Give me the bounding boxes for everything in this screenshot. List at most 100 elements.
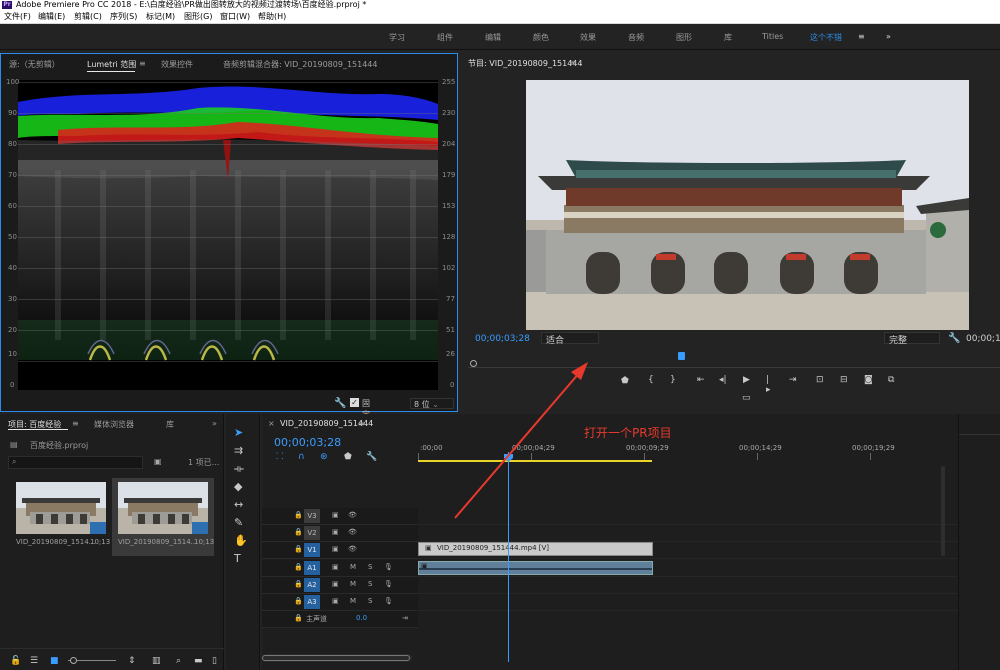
slip-tool-icon[interactable]: ↔ xyxy=(234,498,243,511)
workspace-assembly[interactable]: 组件 xyxy=(437,32,453,43)
tab-libraries[interactable]: 库 xyxy=(166,419,174,430)
comparison-view-icon[interactable]: ⧉ xyxy=(888,375,894,385)
workspace-titles[interactable]: Titles xyxy=(762,32,783,41)
microphone-icon[interactable]: 🎙 xyxy=(384,597,393,605)
play-icon[interactable]: ▶ xyxy=(743,375,750,385)
snap-icon[interactable]: ∩ xyxy=(298,452,305,462)
track-target[interactable]: V2 xyxy=(304,526,320,540)
master-volume-value[interactable]: 0.0 xyxy=(356,614,367,622)
list-item[interactable]: VID_20190809_1514... 10;13 xyxy=(112,478,214,556)
linked-selection-icon[interactable]: ⊛ xyxy=(320,452,328,462)
sort-icon[interactable]: ⇕ xyxy=(128,656,136,666)
pen-tool-icon[interactable]: ✎ xyxy=(234,516,243,529)
workspace-learn[interactable]: 学习 xyxy=(389,32,405,43)
solo-button[interactable]: S xyxy=(368,597,372,605)
horizontal-scrollbar[interactable] xyxy=(262,654,412,662)
lock-icon[interactable]: 🔒 xyxy=(294,563,303,571)
find-icon[interactable]: ⌕ xyxy=(176,656,181,666)
menu-edit[interactable]: 编辑(E) xyxy=(38,10,65,24)
work-area-bar[interactable] xyxy=(418,460,652,462)
nest-icon[interactable]: ⸬ xyxy=(276,452,283,462)
lock-icon[interactable]: 🔒 xyxy=(294,511,303,519)
eye-icon[interactable]: 👁 xyxy=(348,545,357,553)
bit-depth-select[interactable]: 8 位 ⌄ xyxy=(410,398,454,409)
workspace-color[interactable]: 颜色 xyxy=(533,32,549,43)
program-monitor-title[interactable]: 节目: VID_20190809_151444 xyxy=(468,58,583,69)
icon-view-icon[interactable]: ■ xyxy=(50,656,59,666)
go-to-end-icon[interactable]: ⇥ xyxy=(402,614,408,622)
sync-lock-icon[interactable]: ▣ xyxy=(332,528,339,536)
panel-menu-icon[interactable]: ≡ xyxy=(72,419,79,428)
program-scrubber[interactable] xyxy=(468,352,1000,368)
menu-file[interactable]: 文件(F) xyxy=(4,10,31,24)
panel-menu-icon[interactable]: ≡ xyxy=(570,58,577,67)
type-tool-icon[interactable]: T xyxy=(234,552,241,565)
ripple-edit-tool-icon[interactable]: ⟛ xyxy=(234,462,244,476)
lock-icon[interactable]: 🔒 xyxy=(294,597,303,605)
add-marker-icon[interactable]: ⬟ xyxy=(621,376,629,386)
mark-in-icon[interactable]: { xyxy=(648,375,654,385)
lock-icon[interactable]: 🔒 xyxy=(294,545,303,553)
tab-media-browser[interactable]: 媒体浏览器 xyxy=(94,419,134,430)
wrench-icon[interactable]: 🔧 xyxy=(948,333,960,344)
vertical-scrollbar[interactable] xyxy=(941,466,945,556)
menu-graphics[interactable]: 图形(G) xyxy=(184,10,212,24)
lock-icon[interactable]: 🔒 xyxy=(294,614,303,622)
solo-button[interactable]: S xyxy=(368,580,372,588)
track-target[interactable]: V1 xyxy=(304,543,320,557)
close-icon[interactable]: × xyxy=(268,419,275,428)
track-select-tool-icon[interactable]: ⇉ xyxy=(234,444,243,457)
scrollbar-thumb[interactable] xyxy=(262,655,410,661)
lock-icon[interactable]: 🔒 xyxy=(294,528,303,536)
video-clip[interactable]: ▣ VID_20190809_151444.mp4 [V] xyxy=(418,542,653,556)
add-marker-icon[interactable]: ⬟ xyxy=(344,452,352,462)
menu-marker[interactable]: 标记(M) xyxy=(146,10,175,24)
hand-tool-icon[interactable]: ✋ xyxy=(234,534,248,547)
mute-button[interactable]: M xyxy=(350,563,356,571)
track-target[interactable]: V3 xyxy=(304,509,320,523)
track-lane[interactable] xyxy=(418,577,958,594)
workspace-custom[interactable]: 这个不错 xyxy=(810,32,842,43)
menu-window[interactable]: 窗口(W) xyxy=(220,10,250,24)
tab-audio-clip-mixer[interactable]: 音频剪辑混合器: VID_20190809_151444 xyxy=(223,59,378,70)
workspace-editing[interactable]: 编辑 xyxy=(485,32,501,43)
new-bin-icon[interactable]: ▣ xyxy=(154,457,162,466)
tab-source[interactable]: 源:（无剪辑） xyxy=(9,59,60,70)
export-frame-icon[interactable]: ◙ xyxy=(864,375,873,385)
panel-menu-icon[interactable]: ≡ xyxy=(139,59,146,68)
lift-icon[interactable]: ⊡ xyxy=(816,375,824,385)
workspace-menu-icon[interactable]: ≡ xyxy=(858,32,865,41)
mute-button[interactable]: M xyxy=(350,597,356,605)
sync-lock-icon[interactable]: ▣ xyxy=(332,580,339,588)
track-lane[interactable] xyxy=(418,508,958,525)
go-to-in-icon[interactable]: ⇤ xyxy=(697,375,705,385)
list-item[interactable]: VID_20190809_1514... 10;13 xyxy=(8,478,110,556)
workspace-libraries[interactable]: 库 xyxy=(724,32,732,43)
menu-help[interactable]: 帮助(H) xyxy=(258,10,286,24)
tab-lumetri-scopes[interactable]: Lumetri 范围 xyxy=(87,59,136,70)
sync-lock-icon[interactable]: ▣ xyxy=(332,545,339,553)
go-to-out-icon[interactable]: ⇥ xyxy=(789,375,797,385)
tab-effect-controls[interactable]: 效果控件 xyxy=(161,59,193,70)
new-item-icon[interactable]: ▯ xyxy=(212,656,217,666)
track-target[interactable]: A1 xyxy=(304,561,320,575)
clamp-signal-checkbox[interactable]: ✓ xyxy=(350,398,359,407)
track-lane[interactable] xyxy=(418,525,958,542)
list-view-icon[interactable]: ☰ xyxy=(30,656,38,666)
lock-icon[interactable]: 🔓 xyxy=(10,656,21,666)
timeline-playhead[interactable] xyxy=(508,452,509,662)
playback-quality-select[interactable]: 完整 xyxy=(884,332,940,346)
microphone-icon[interactable]: 🎙 xyxy=(384,563,393,571)
workspace-effects[interactable]: 效果 xyxy=(580,32,596,43)
search-input[interactable]: ⌕ xyxy=(8,456,143,469)
mark-out-icon[interactable]: } xyxy=(670,375,676,385)
mute-button[interactable]: M xyxy=(350,580,356,588)
workspace-graphics[interactable]: 图形 xyxy=(676,32,692,43)
wrench-icon[interactable]: 🔧 xyxy=(366,452,377,462)
audio-clip[interactable]: ▣ xyxy=(418,561,653,575)
playhead-marker[interactable] xyxy=(678,352,685,360)
selection-tool-icon[interactable]: ➤ xyxy=(234,426,243,439)
microphone-icon[interactable]: 🎙 xyxy=(384,580,393,588)
sync-lock-icon[interactable]: ▣ xyxy=(332,597,339,605)
track-target[interactable]: A2 xyxy=(304,578,320,592)
